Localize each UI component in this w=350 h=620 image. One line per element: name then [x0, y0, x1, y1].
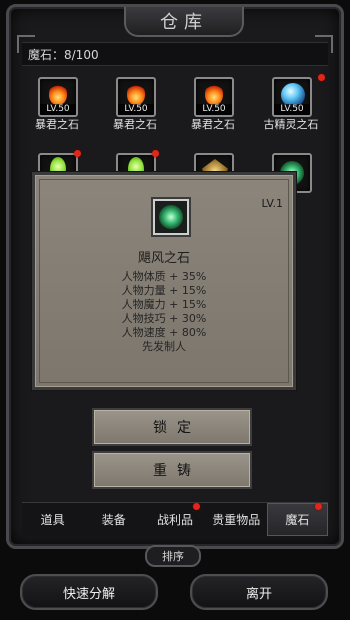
item-slot-3[interactable]: LV.50 暴君之石	[178, 70, 248, 131]
stat-line: 人物力量 + 15%	[121, 284, 207, 297]
item-name: 暴君之石	[35, 118, 79, 131]
flame-stone-icon	[49, 83, 67, 105]
new-badge	[315, 503, 323, 510]
item-icon-frame: LV.50	[194, 77, 234, 117]
stat-line: 人物体质 + 35%	[121, 270, 207, 283]
flame-stone-icon	[205, 83, 223, 105]
item-level: LV.50	[274, 104, 310, 115]
lock-button[interactable]: 锁定	[92, 408, 252, 446]
tab-equipment[interactable]: 装备	[83, 503, 144, 536]
quick-decompose-button[interactable]: 快速分解	[20, 574, 158, 610]
reforge-button[interactable]: 重铸	[92, 451, 252, 489]
stat-line: 人物速度 + 80%	[121, 326, 207, 339]
stone-count: 魔石：8/100	[22, 42, 328, 66]
wind-stone-icon	[159, 205, 183, 229]
item-name: 暴君之石	[113, 118, 157, 131]
tooltip-stats: 人物体质 + 35% 人物力量 + 15% 人物魔力 + 15% 人物技巧 + …	[35, 270, 293, 354]
tab-label: 战利品	[157, 513, 194, 527]
tab-label: 贵重物品	[212, 513, 261, 527]
item-slot-4[interactable]: LV.50 古精灵之石	[256, 70, 326, 131]
stat-line: 人物技巧 + 30%	[121, 312, 207, 325]
item-slot-1[interactable]: LV.50 暴君之石	[22, 70, 92, 131]
tooltip-title: 飓风之石	[137, 251, 190, 266]
item-level: LV.50	[40, 104, 76, 115]
new-badge	[318, 74, 325, 81]
tab-items[interactable]: 道具	[22, 503, 83, 536]
stat-line: 人物魔力 + 15%	[121, 298, 207, 311]
tab-loot[interactable]: 战利品	[144, 503, 205, 536]
item-tooltip: LV.1 飓风之石 人物体质 + 35% 人物力量 + 15% 人物魔力 + 1…	[32, 172, 296, 390]
new-badge	[152, 150, 159, 157]
tooltip-icon-frame	[151, 197, 191, 237]
category-tabs: 道具 装备 战利品 贵重物品 魔石	[22, 502, 329, 536]
item-icon-frame: LV.50	[116, 77, 156, 117]
tab-label: 道具	[40, 513, 65, 527]
tab-magic-stones[interactable]: 魔石	[266, 503, 329, 536]
item-icon-frame: LV.50	[272, 77, 312, 117]
item-level: LV.50	[118, 104, 154, 115]
item-name: 暴君之石	[191, 118, 235, 131]
tooltip-level: LV.1	[261, 197, 283, 210]
window-title: 仓库	[124, 7, 244, 37]
new-badge	[74, 150, 81, 157]
item-slot-2[interactable]: LV.50 暴君之石	[100, 70, 170, 131]
flame-stone-icon	[127, 83, 145, 105]
new-badge	[192, 503, 200, 510]
tab-label: 装备	[101, 513, 126, 527]
tab-label: 魔石	[285, 513, 310, 527]
item-level: LV.50	[196, 104, 232, 115]
leave-button[interactable]: 离开	[190, 574, 328, 610]
item-icon-frame: LV.50	[38, 77, 78, 117]
sort-button[interactable]: 排序	[145, 545, 201, 567]
tab-valuables[interactable]: 贵重物品	[206, 503, 267, 536]
stat-line: 先发制人	[142, 340, 186, 353]
item-name: 古精灵之石	[263, 118, 319, 131]
